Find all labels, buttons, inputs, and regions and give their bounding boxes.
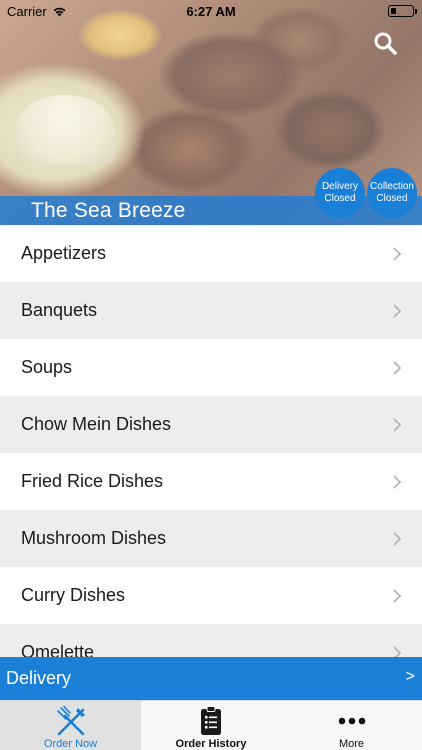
chevron-right-icon [393, 360, 402, 375]
delivery-mode-bar[interactable]: Delivery > [0, 657, 422, 700]
tab-label: Order Now [43, 738, 98, 750]
search-icon [374, 32, 397, 55]
collection-status-line2: Closed [376, 193, 408, 204]
menu-category-label: Mushroom Dishes [21, 528, 167, 548]
delivery-mode-label: Delivery [6, 668, 72, 688]
collection-status-line1: Collection [370, 181, 414, 192]
menu-category-label: Curry Dishes [21, 585, 126, 605]
battery-level [391, 8, 396, 14]
menu-category-label: Chow Mein Dishes [21, 414, 172, 434]
menu-category-omelette[interactable]: Omelette [0, 624, 422, 657]
status-time: 6:27 AM [186, 4, 236, 19]
chevron-right-icon [393, 417, 402, 432]
more-dots-icon [338, 717, 365, 725]
status-bar: Carrier 6:27 AM [0, 0, 422, 22]
restaurant-name: The Sea Breeze [31, 199, 186, 222]
menu-category-banquets[interactable]: Banquets [0, 282, 422, 339]
tab-label: Order History [175, 738, 247, 750]
menu-category-curry[interactable]: Curry Dishes [0, 567, 422, 624]
delivery-status-line2: Closed [324, 193, 356, 204]
tab-order-history[interactable]: Order History [141, 701, 281, 750]
battery-icon [388, 5, 417, 17]
chevron-right-icon [393, 303, 402, 318]
menu-category-label: Appetizers [21, 243, 107, 263]
chevron-right-icon [393, 246, 402, 261]
menu-category-mushroom[interactable]: Mushroom Dishes [0, 510, 422, 567]
tab-label: More [338, 738, 365, 750]
menu-category-chow-mein[interactable]: Chow Mein Dishes [0, 396, 422, 453]
clipboard-list-icon [201, 706, 221, 735]
tab-order-now[interactable]: Order Now [0, 701, 141, 750]
menu-category-label: Banquets [21, 300, 98, 320]
chevron-right-icon [393, 645, 402, 657]
chevron-right-icon [393, 531, 402, 546]
delivery-mode-arrow: > [405, 668, 415, 685]
menu-category-list[interactable]: Appetizers Banquets Soups Chow Mein Dish… [0, 225, 422, 657]
menu-category-label: Fried Rice Dishes [21, 471, 164, 491]
chevron-right-icon [393, 588, 402, 603]
menu-category-appetizers[interactable]: Appetizers [0, 225, 422, 282]
collection-status-badge: Collection Closed [367, 168, 417, 218]
tab-bar: Order Now Order History More [0, 700, 422, 750]
delivery-status-line1: Delivery [321, 181, 359, 192]
menu-category-fried-rice[interactable]: Fried Rice Dishes [0, 453, 422, 510]
search-button[interactable] [372, 30, 400, 58]
chevron-right-icon [393, 474, 402, 489]
fork-knife-icon [56, 705, 85, 736]
menu-category-soups[interactable]: Soups [0, 339, 422, 396]
menu-category-label: Omelette [21, 642, 95, 657]
tab-more[interactable]: More [281, 701, 422, 750]
delivery-status-badge: Delivery Closed [315, 168, 365, 218]
menu-category-label: Soups [21, 357, 73, 377]
